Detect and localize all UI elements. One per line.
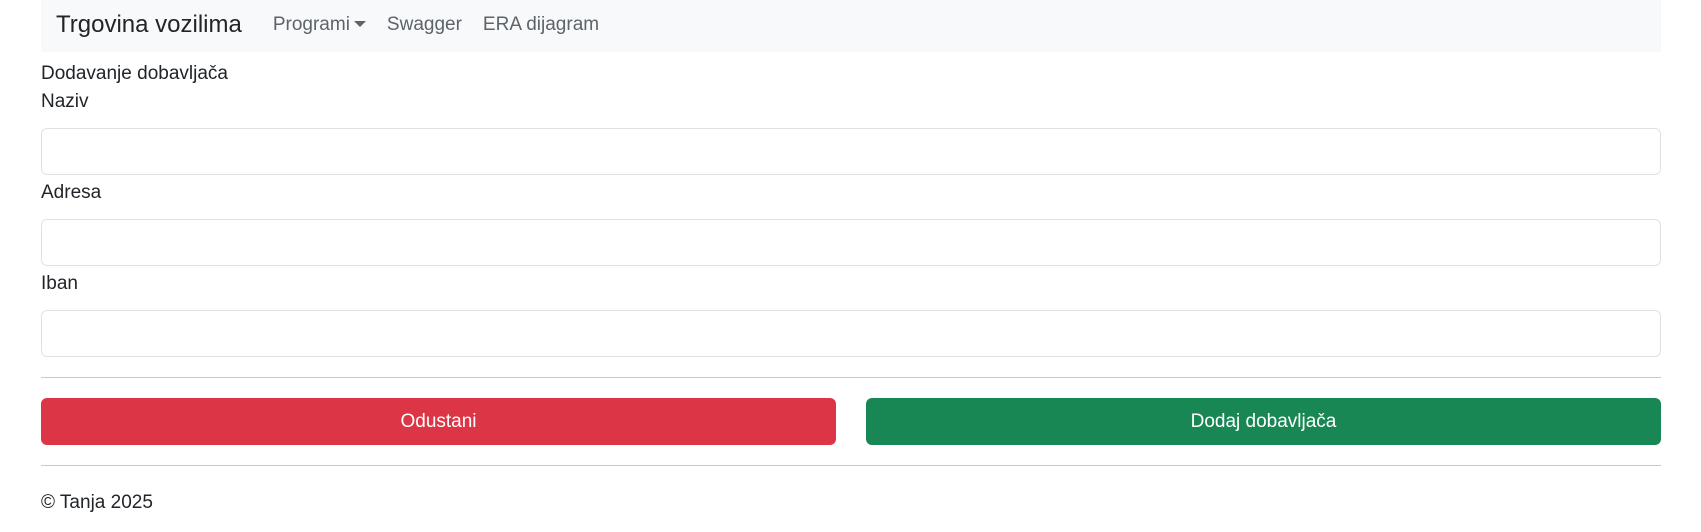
button-row: Odustani Dodaj dobavljača <box>41 398 1661 445</box>
naziv-input[interactable] <box>41 128 1661 175</box>
footer-text: © Tanja 2025 <box>41 492 153 513</box>
nav-item-swagger[interactable]: Swagger <box>387 14 462 36</box>
footer-divider <box>41 465 1661 466</box>
form-title: Dodavanje dobavljača <box>41 63 228 84</box>
nav-item-era-dijagram[interactable]: ERA dijagram <box>483 14 599 36</box>
chevron-down-icon <box>353 21 366 27</box>
iban-input[interactable] <box>41 310 1661 357</box>
divider <box>41 377 1661 378</box>
nav-item-label: Programi <box>272 14 350 35</box>
cancel-button[interactable]: Odustani <box>41 398 836 445</box>
iban-label: Iban <box>41 273 78 294</box>
adresa-input[interactable] <box>41 219 1661 266</box>
navbar: Trgovina vozilima Programi Swagger ERA d… <box>41 0 1661 52</box>
naziv-label: Naziv <box>41 91 89 112</box>
add-supplier-button[interactable]: Dodaj dobavljača <box>866 398 1661 445</box>
adresa-label: Adresa <box>41 182 102 203</box>
nav-item-programi[interactable]: Programi <box>273 14 366 36</box>
page-container: Trgovina vozilima Programi Swagger ERA d… <box>41 0 1661 515</box>
brand-link[interactable]: Trgovina vozilima <box>56 11 242 39</box>
